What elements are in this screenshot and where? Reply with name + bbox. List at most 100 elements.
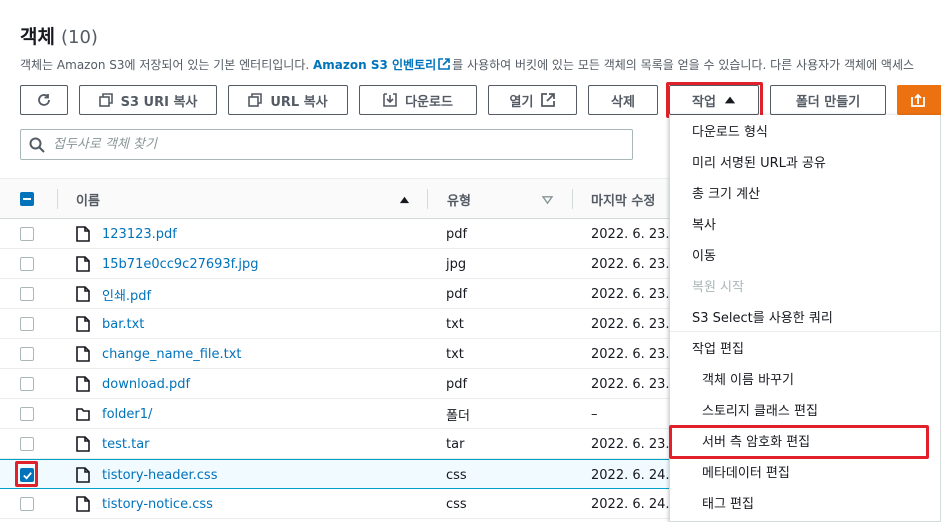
row-checkbox[interactable]	[20, 460, 34, 490]
row-checkbox[interactable]	[20, 339, 34, 369]
object-modified-cell: 2022. 6. 23.	[591, 436, 670, 452]
sort-asc-icon	[399, 196, 410, 203]
sort-icon	[542, 195, 553, 204]
menu-subitem[interactable]: 태그 편집	[670, 487, 940, 518]
menu-item[interactable]: 다운로드 형식	[670, 115, 940, 146]
file-icon	[76, 496, 90, 512]
menu-item[interactable]: S3 Select를 사용한 쿼리	[670, 301, 940, 332]
object-name-cell[interactable]: bar.txt	[76, 309, 144, 339]
row-checkbox[interactable]	[20, 489, 34, 519]
menu-subitem[interactable]: 메타데이터 편집	[670, 456, 940, 487]
row-checkbox[interactable]	[20, 249, 34, 279]
create-folder-label: 폴더 만들기	[795, 94, 861, 110]
column-name-header[interactable]: 이름	[76, 179, 410, 219]
search-input[interactable]	[53, 137, 613, 152]
open-label: 열기	[509, 94, 534, 110]
object-name-link[interactable]: change_name_file.txt	[102, 347, 242, 362]
object-modified-cell: 2022. 6. 23.	[591, 256, 670, 272]
object-name-cell[interactable]: folder1/	[76, 399, 152, 429]
object-type-cell: css	[446, 467, 467, 483]
checkmark-icon	[22, 471, 32, 480]
refresh-button[interactable]	[20, 85, 68, 115]
menu-subitem[interactable]: 스토리지 클래스 편집	[670, 394, 940, 425]
file-icon	[76, 376, 90, 392]
description-text: 객체는 Amazon S3에 저장되어 있는 기본 엔터티입니다.	[20, 58, 313, 72]
page-description: 객체는 Amazon S3에 저장되어 있는 기본 엔터티입니다. Amazon…	[20, 56, 941, 73]
row-checkbox[interactable]	[20, 429, 34, 459]
menu-item[interactable]: 복사	[670, 208, 940, 239]
object-name-link[interactable]: 15b71e0cc9c27693f.jpg	[102, 257, 259, 272]
object-name-cell[interactable]: change_name_file.txt	[76, 339, 242, 369]
row-checkbox[interactable]	[20, 309, 34, 339]
delete-button[interactable]: 삭제	[588, 85, 658, 115]
menu-item[interactable]: 총 크기 계산	[670, 177, 940, 208]
object-type-cell: css	[446, 496, 467, 512]
object-name-cell[interactable]: test.tar	[76, 429, 150, 459]
search-box[interactable]	[20, 129, 633, 160]
object-name-cell[interactable]: 123123.pdf	[76, 219, 177, 249]
page-title: 객체	[20, 26, 55, 48]
object-name-link[interactable]: test.tar	[102, 437, 150, 452]
download-icon	[383, 93, 397, 107]
copy-icon	[98, 93, 113, 107]
object-modified-cell: 2022. 6. 24.	[591, 496, 670, 512]
object-modified-cell: 2022. 6. 23.	[591, 286, 670, 302]
download-button[interactable]: 다운로드	[359, 85, 477, 115]
object-name-cell[interactable]: 인쇄.pdf	[76, 279, 151, 309]
object-modified-cell: 2022. 6. 23.	[591, 316, 670, 332]
menu-item[interactable]: 이동	[670, 239, 940, 270]
column-type-header[interactable]: 유형	[447, 179, 553, 219]
copy-s3-uri-button[interactable]: S3 URI 복사	[79, 85, 217, 115]
object-name-cell[interactable]: download.pdf	[76, 369, 190, 399]
file-icon	[76, 467, 90, 483]
object-modified-cell: –	[591, 406, 598, 422]
file-icon	[76, 256, 90, 272]
object-name-link[interactable]: 인쇄.pdf	[102, 285, 151, 304]
menu-subitem[interactable]: 객체 이름 바꾸기	[670, 363, 940, 394]
file-icon	[76, 346, 90, 362]
folder-icon	[76, 408, 90, 421]
external-link-icon	[438, 58, 450, 70]
select-all-checkbox[interactable]	[20, 179, 34, 219]
object-name-cell[interactable]: tistory-header.css	[76, 460, 217, 490]
file-icon	[76, 286, 90, 302]
column-modified-header[interactable]: 마지막 수정	[591, 179, 655, 219]
page-header: 객체 (10)	[20, 22, 98, 49]
download-label: 다운로드	[405, 94, 453, 110]
object-modified-cell: 2022. 6. 24.	[591, 467, 670, 483]
object-type-cell: txt	[446, 346, 464, 362]
menu-subitem[interactable]: 서버 측 암호화 편집	[670, 425, 940, 456]
object-name-link[interactable]: tistory-header.css	[102, 468, 217, 483]
copy-s3-uri-label: S3 URI 복사	[120, 94, 198, 110]
delete-label: 삭제	[611, 94, 635, 110]
object-name-link[interactable]: folder1/	[102, 407, 152, 422]
object-name-link[interactable]: bar.txt	[102, 317, 144, 332]
object-name-link[interactable]: tistory-notice.css	[102, 497, 213, 512]
actions-label: 작업	[692, 94, 716, 110]
menu-item: 복원 시작	[692, 280, 744, 295]
file-icon	[76, 316, 90, 332]
row-checkbox[interactable]	[20, 219, 34, 249]
row-checkbox[interactable]	[20, 369, 34, 399]
object-modified-cell: 2022. 6. 23.	[591, 226, 670, 242]
menu-item[interactable]: 미리 서명된 URL과 공유	[670, 146, 940, 177]
open-button[interactable]: 열기	[488, 85, 577, 115]
object-name-cell[interactable]: 15b71e0cc9c27693f.jpg	[76, 249, 259, 279]
object-count: (10)	[60, 27, 98, 48]
row-checkbox[interactable]	[20, 279, 34, 309]
inventory-link[interactable]: Amazon S3 인벤토리	[313, 58, 436, 72]
copy-url-button[interactable]: URL 복사	[228, 85, 348, 115]
create-folder-button[interactable]: 폴더 만들기	[770, 85, 886, 115]
file-icon	[76, 436, 90, 452]
object-name-cell[interactable]: tistory-notice.css	[76, 489, 213, 519]
object-type-cell: pdf	[446, 226, 468, 242]
copy-url-label: URL 복사	[270, 94, 328, 110]
upload-button[interactable]	[897, 85, 941, 115]
actions-button[interactable]: 작업	[669, 85, 759, 115]
object-name-link[interactable]: 123123.pdf	[102, 227, 177, 242]
object-type-cell: 폴더	[446, 408, 470, 424]
actions-dropdown-menu: 다운로드 형식 미리 서명된 URL과 공유 총 크기 계산 복사 이동복원 시작 S3 …	[669, 115, 941, 522]
row-checkbox[interactable]	[20, 399, 34, 429]
object-name-link[interactable]: download.pdf	[102, 377, 190, 392]
object-modified-cell: 2022. 6. 23.	[591, 346, 670, 362]
